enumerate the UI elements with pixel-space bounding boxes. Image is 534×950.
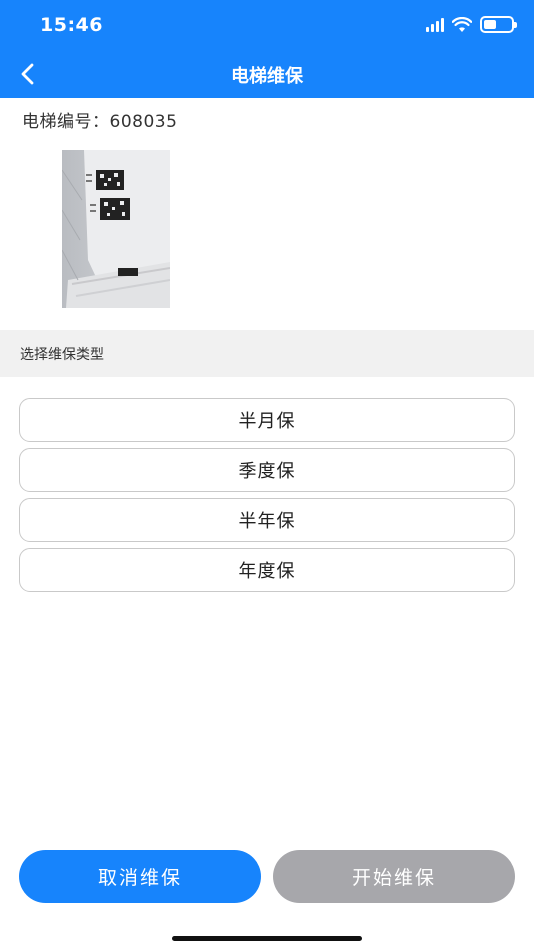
elevator-number: 电梯编号：608035 <box>22 112 178 132</box>
section-label: 选择维保类型 <box>20 347 104 363</box>
battery-icon <box>480 16 517 33</box>
option-half-month[interactable]: 半月保 <box>19 398 515 442</box>
header: 15:46 电梯维保 <box>0 0 534 98</box>
status-icons <box>426 16 517 33</box>
screen: 15:46 电梯维保 电梯编号：608035 选择维保类型 半月保 季度保 半年… <box>0 0 534 950</box>
maintenance-type-options: 半月保 季度保 半年保 年度保 <box>19 398 515 598</box>
home-indicator <box>172 936 362 941</box>
wifi-icon <box>452 16 472 32</box>
option-half-year[interactable]: 半年保 <box>19 498 515 542</box>
page-title: 电梯维保 <box>231 66 303 87</box>
signal-icon <box>426 17 444 32</box>
start-maintenance-button[interactable]: 开始维保 <box>273 850 515 903</box>
cancel-maintenance-button[interactable]: 取消维保 <box>19 850 261 903</box>
status-time: 15:46 <box>40 14 103 36</box>
photo-image <box>62 150 170 308</box>
section-header: 选择维保类型 <box>0 330 534 377</box>
option-yearly[interactable]: 年度保 <box>19 548 515 592</box>
option-quarterly[interactable]: 季度保 <box>19 448 515 492</box>
elevator-photo[interactable] <box>62 150 170 308</box>
